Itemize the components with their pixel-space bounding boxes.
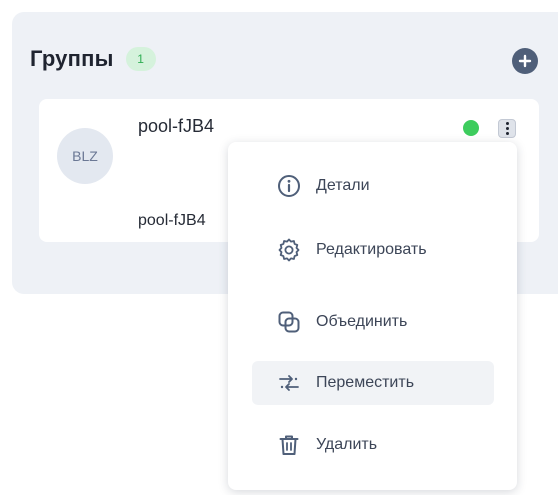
gear-icon xyxy=(276,237,302,263)
more-vertical-icon xyxy=(505,121,509,136)
menu-item-edit[interactable]: Редактировать xyxy=(252,228,494,272)
menu-item-merge[interactable]: Объединить xyxy=(252,300,494,344)
plus-circle-icon xyxy=(518,54,532,68)
group-subtitle: pool-fJB4 xyxy=(138,212,206,229)
menu-label-edit: Редактировать xyxy=(316,241,427,258)
group-name: pool-fJB4 xyxy=(138,116,215,136)
info-icon xyxy=(276,173,302,199)
trash-icon xyxy=(276,432,302,458)
more-options-button[interactable] xyxy=(498,119,516,138)
page: Группы 1 BLZ pool-fJB4 pool-fJB4 Детали xyxy=(0,0,558,495)
menu-label-move: Переместить xyxy=(316,374,415,391)
status-indicator xyxy=(463,120,479,136)
menu-item-delete[interactable]: Удалить xyxy=(252,423,494,467)
context-menu: Детали Редактировать Объединить Перемест… xyxy=(228,142,517,490)
move-arrows-icon xyxy=(276,370,302,396)
menu-label-merge: Объединить xyxy=(316,313,408,330)
menu-label-delete: Удалить xyxy=(316,436,378,453)
merge-icon xyxy=(276,309,302,335)
groups-header: Группы 1 xyxy=(30,46,156,72)
menu-label-details: Детали xyxy=(316,177,370,194)
menu-item-move[interactable]: Переместить xyxy=(252,361,494,405)
menu-item-details[interactable]: Детали xyxy=(252,164,494,208)
groups-count-badge: 1 xyxy=(125,47,156,71)
add-group-button[interactable] xyxy=(512,48,538,74)
avatar: BLZ xyxy=(57,128,113,184)
groups-title: Группы xyxy=(30,46,114,71)
